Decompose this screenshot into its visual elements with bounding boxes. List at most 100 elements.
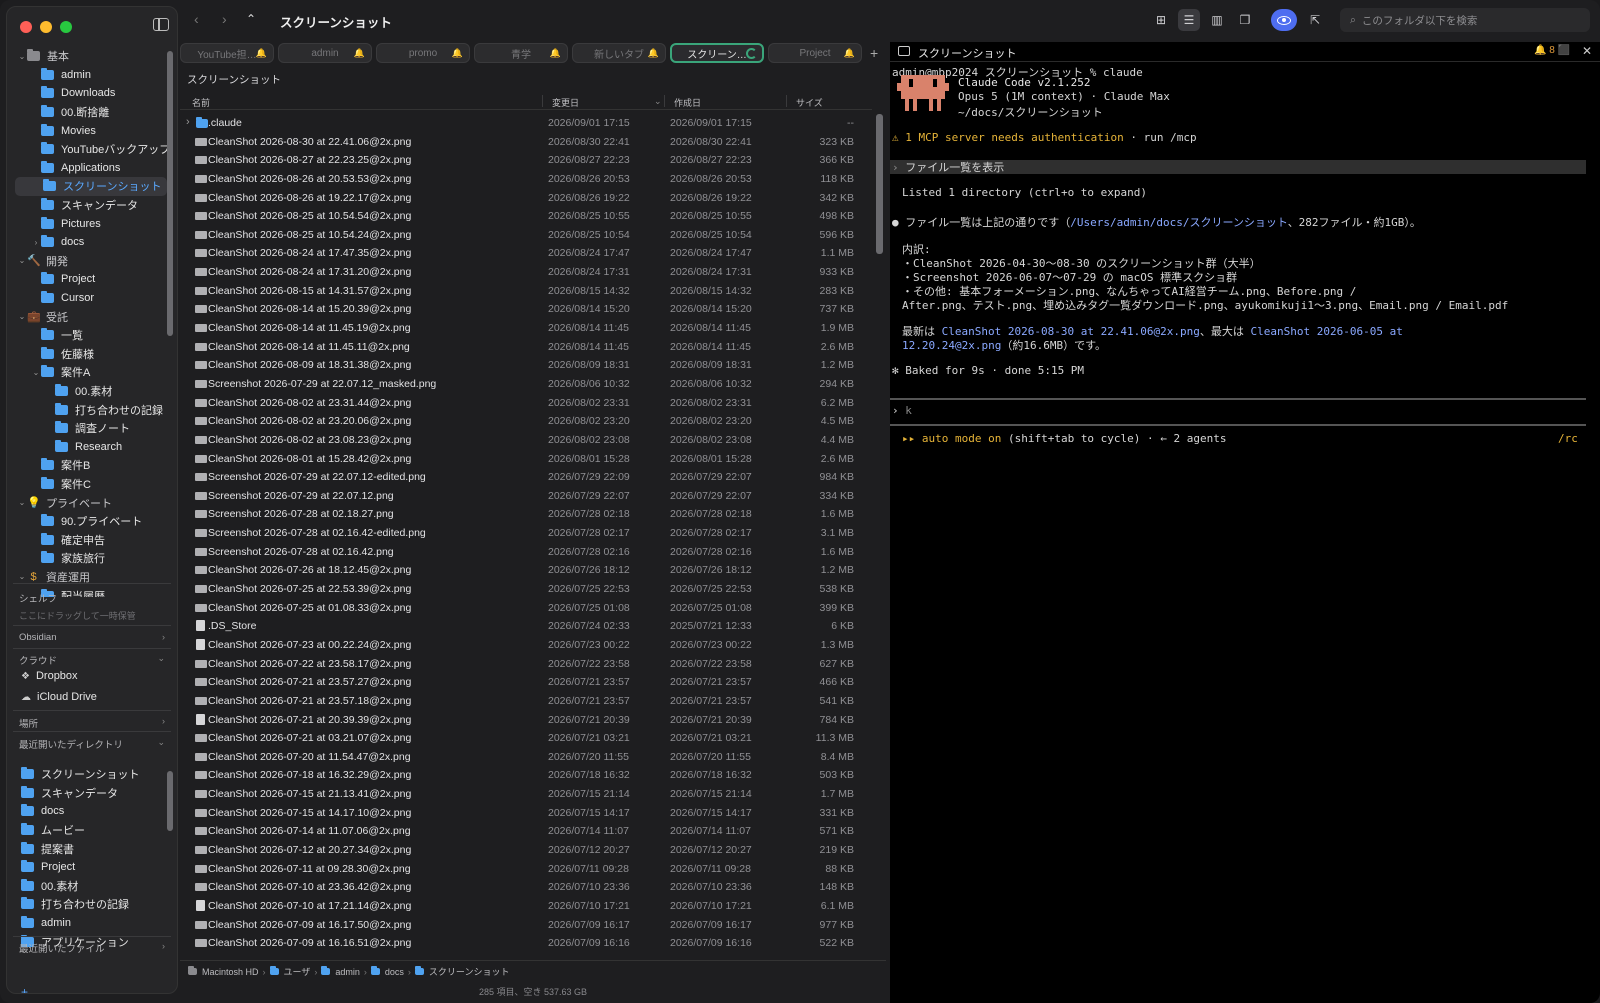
column-view-icon[interactable]: ▥ <box>1206 9 1228 31</box>
file-row[interactable]: .DS_Store 2026/07/24 02:33 2025/07/21 12:3… <box>180 617 872 636</box>
file-row[interactable]: CleanShot 2026-07-21 at 23.57.18@2x.png 2… <box>180 692 872 711</box>
sidebar-item[interactable]: YouTubeバックアップ <box>7 140 171 159</box>
recent-dir-item[interactable]: 00.素材 <box>7 877 171 896</box>
tab[interactable]: 新しいタブ 🔔 <box>572 43 666 63</box>
file-row[interactable]: CleanShot 2026-08-25 at 10.54.54@2x.png 2… <box>180 207 872 226</box>
sidebar-item[interactable]: 00.素材 <box>7 382 171 401</box>
sidebar-item[interactable]: 打ち合わせの記録 <box>7 400 171 419</box>
sidebar-item[interactable]: 家族旅行 <box>7 549 171 568</box>
sidebar-item[interactable]: 案件B <box>7 456 171 475</box>
recent-dir-item[interactable]: 打ち合わせの記録 <box>7 895 171 914</box>
recent-dir-item[interactable]: Project <box>7 858 171 877</box>
file-row[interactable]: CleanShot 2026-08-14 at 11.45.19@2x.png 2… <box>180 319 872 338</box>
chevron-right-icon[interactable]: › <box>186 116 190 128</box>
tab[interactable]: admin 🔔 <box>278 43 372 63</box>
grid-view-icon[interactable]: ⊞ <box>1150 9 1172 31</box>
file-row[interactable]: CleanShot 2026-07-25 at 01.08.33@2x.png 2… <box>180 599 872 618</box>
sidebar-item[interactable]: 一覧 <box>7 326 171 345</box>
preview-eye-icon[interactable] <box>1271 9 1297 31</box>
sidebar-item[interactable]: ⌄ 案件A <box>7 363 171 382</box>
file-row[interactable]: CleanShot 2026-08-27 at 22.23.25@2x.png 2… <box>180 151 872 170</box>
chevron-down-icon[interactable]: ⌄ <box>17 312 27 321</box>
file-row[interactable]: CleanShot 2026-07-18 at 16.32.29@2x.png 2… <box>180 766 872 785</box>
zoom-window-button[interactable] <box>60 21 72 33</box>
sidebar-item[interactable]: Project <box>7 270 171 289</box>
file-row[interactable]: CleanShot 2026-08-02 at 23.08.23@2x.png 2… <box>180 431 872 450</box>
sidebar-item[interactable]: › docs <box>7 233 171 252</box>
header-name[interactable]: 名前 <box>192 96 210 109</box>
notification-badge[interactable]: 🔔 8 ⬛ <box>1534 45 1570 56</box>
sidebar-item[interactable]: Cursor <box>7 289 171 308</box>
sidebar-item[interactable]: 確定申告 <box>7 530 171 549</box>
terminal-pane[interactable]: スクリーンショット 🔔 8 ⬛ ✕ admin@mbp2024 スクリーンショッ… <box>890 42 1600 1003</box>
minimize-window-button[interactable] <box>40 21 52 33</box>
file-row[interactable]: CleanShot 2026-07-12 at 20.27.34@2x.png 2… <box>180 841 872 860</box>
sidebar-item[interactable]: ⌄ 💡 プライベート <box>7 493 171 512</box>
file-row[interactable]: › .claude 2026/09/01 17:15 2026/09/01 17:15… <box>180 114 872 133</box>
tab[interactable]: スクリーン… <box>670 43 764 63</box>
places-title[interactable]: 場所 <box>19 716 38 730</box>
file-row[interactable]: Screenshot 2026-07-28 at 02.16.42.png 202… <box>180 543 872 562</box>
sidebar-item[interactable]: スクリーンショット <box>15 177 167 196</box>
forward-button[interactable]: › <box>222 11 227 27</box>
recent-files-title[interactable]: 最近開いたファイル <box>19 941 105 955</box>
chevron-down-icon[interactable]: ⌄ <box>17 52 27 61</box>
new-tab-button[interactable]: + <box>870 43 878 65</box>
close-icon[interactable]: ✕ <box>1582 44 1592 58</box>
chevron-right-icon[interactable]: › <box>162 632 165 642</box>
sidebar-item[interactable]: 佐藤様 <box>7 345 171 364</box>
chevron-down-icon[interactable]: ⌄ <box>157 737 165 748</box>
recent-dir-item[interactable]: 提案書 <box>7 839 171 858</box>
file-row[interactable]: CleanShot 2026-08-14 at 11.45.11@2x.png 2… <box>180 338 872 357</box>
file-row[interactable]: CleanShot 2026-07-09 at 16.16.51@2x.png 2… <box>180 934 872 953</box>
close-window-button[interactable] <box>20 21 32 33</box>
file-row[interactable]: Screenshot 2026-07-29 at 22.07.12-edited… <box>180 468 872 487</box>
file-row[interactable]: CleanShot 2026-08-02 at 23.31.44@2x.png 2… <box>180 394 872 413</box>
file-row[interactable]: CleanShot 2026-07-21 at 20.39.39@2x.png 2… <box>180 711 872 730</box>
file-row[interactable]: CleanShot 2026-08-14 at 15.20.39@2x.png 2… <box>180 300 872 319</box>
header-size[interactable]: サイズ <box>796 96 823 109</box>
recent-dir-item[interactable]: admin <box>7 914 171 933</box>
chevron-right-icon[interactable]: › <box>31 238 41 247</box>
file-row[interactable]: CleanShot 2026-08-24 at 17.47.35@2x.png 2… <box>180 244 872 263</box>
file-row[interactable]: CleanShot 2026-07-22 at 23.58.17@2x.png 2… <box>180 655 872 674</box>
file-row[interactable]: Screenshot 2026-07-28 at 02.16.42-edited… <box>180 524 872 543</box>
sidebar-item[interactable]: 00.断捨離 <box>7 103 171 122</box>
breadcrumb-item[interactable]: ユーザ <box>269 965 310 978</box>
file-list-scrollbar[interactable] <box>876 114 883 254</box>
chevron-down-icon[interactable]: ⌄ <box>17 256 27 265</box>
file-row[interactable]: CleanShot 2026-08-09 at 18.31.38@2x.png 2… <box>180 356 872 375</box>
file-row[interactable]: CleanShot 2026-08-26 at 19.22.17@2x.png 2… <box>180 189 872 208</box>
sidebar-item[interactable]: 案件C <box>7 475 171 494</box>
prompt-input[interactable]: › k <box>892 404 912 417</box>
breadcrumb-item[interactable]: docs <box>370 966 404 977</box>
file-row[interactable]: CleanShot 2026-07-10 at 17.21.14@2x.png 2… <box>180 897 872 916</box>
breadcrumb-item[interactable]: admin <box>321 966 360 977</box>
gallery-view-icon[interactable]: ❐ <box>1234 9 1256 31</box>
chevron-right-icon[interactable]: › <box>162 941 165 951</box>
file-row[interactable]: CleanShot 2026-08-25 at 10.54.24@2x.png 2… <box>180 226 872 245</box>
file-row[interactable]: CleanShot 2026-07-10 at 23.36.42@2x.png 2… <box>180 878 872 897</box>
file-row[interactable]: CleanShot 2026-07-14 at 11.07.06@2x.png 2… <box>180 822 872 841</box>
obsidian-section[interactable]: Obsidian <box>19 632 57 643</box>
list-view-icon[interactable]: ☰ <box>1178 9 1200 31</box>
chevron-down-icon[interactable]: ⌄ <box>17 498 27 507</box>
file-row[interactable]: CleanShot 2026-07-15 at 14.17.10@2x.png 2… <box>180 804 872 823</box>
file-row[interactable]: CleanShot 2026-08-15 at 14.31.57@2x.png 2… <box>180 282 872 301</box>
file-row[interactable]: CleanShot 2026-08-02 at 23.20.06@2x.png 2… <box>180 412 872 431</box>
file-row[interactable]: CleanShot 2026-08-24 at 17.31.20@2x.png 2… <box>180 263 872 282</box>
sidebar-scrollbar[interactable] <box>167 51 173 336</box>
file-row[interactable]: Email.pdf2026/07/08 00:382026/07/08 00:3… <box>180 953 872 954</box>
header-created[interactable]: 作成日 <box>674 96 701 109</box>
sidebar-item[interactable]: ⌄ 🔨 開発 <box>7 252 171 271</box>
up-arrow-icon[interactable]: ⌃ <box>246 12 256 26</box>
file-row[interactable]: CleanShot 2026-07-25 at 22.53.39@2x.png 2… <box>180 580 872 599</box>
sidebar-item[interactable]: Pictures <box>7 214 171 233</box>
file-row[interactable]: CleanShot 2026-07-26 at 18.12.45@2x.png 2… <box>180 561 872 580</box>
sidebar-toggle-icon[interactable] <box>153 18 169 31</box>
tab[interactable]: promo 🔔 <box>376 43 470 63</box>
breadcrumb-item[interactable]: スクリーンショット <box>414 965 509 978</box>
file-row[interactable]: CleanShot 2026-07-21 at 23.57.27@2x.png 2… <box>180 673 872 692</box>
sidebar-item[interactable]: ⌄ 💼 受託 <box>7 307 171 326</box>
chevron-down-icon[interactable]: ⌄ <box>17 572 27 581</box>
